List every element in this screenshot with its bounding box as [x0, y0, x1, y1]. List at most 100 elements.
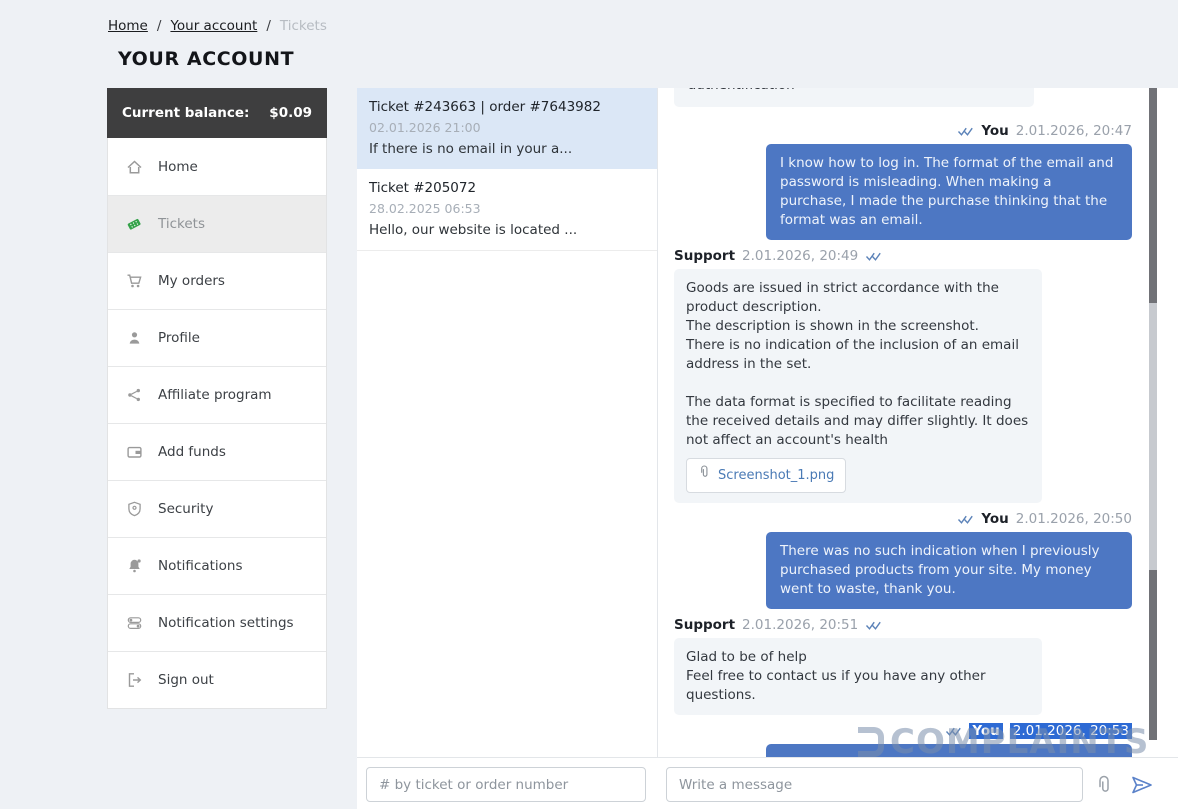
wallet-icon — [125, 444, 143, 460]
sidebar-item-add-funds[interactable]: Add funds — [108, 423, 326, 480]
message-time: 2.01.2026, 20:47 — [1016, 123, 1132, 139]
sign-out-icon — [125, 672, 143, 688]
balance-label: Current balance: — [122, 105, 249, 121]
ticket-list-panel: Ticket #243663 | order #7643982 02.01.20… — [357, 88, 657, 757]
user-icon — [125, 330, 143, 346]
paperclip-icon — [698, 465, 711, 486]
chat-scrollbar-thumb[interactable] — [1149, 303, 1157, 570]
message-header-support: Support 2.01.2026, 20:49 — [674, 248, 1132, 264]
read-checkmarks-icon — [957, 514, 974, 525]
message-header-you: You 2.01.2026, 20:47 — [674, 123, 1132, 139]
message-line: There was no such indication when I prev… — [780, 542, 1118, 599]
ticket-list-item[interactable]: Ticket #243663 | order #7643982 02.01.20… — [357, 88, 657, 169]
ticket-preview: If there is no email in your a... — [369, 141, 645, 157]
sidebar-item-tickets[interactable]: Tickets — [108, 195, 326, 252]
ticket-title: Ticket #205072 — [369, 180, 645, 196]
message-time: 2.01.2026, 20:51 — [742, 617, 858, 633]
message-line: I know how to log in. The format of the … — [780, 154, 1118, 230]
ticket-date: 02.01.2026 21:00 — [369, 120, 645, 135]
message-time: 2.01.2026, 20:53 — [1010, 723, 1132, 739]
sidebar-item-label: My orders — [158, 273, 225, 289]
message-outgoing: There was no such indication when I prev… — [766, 532, 1132, 609]
sidebar-item-label: Tickets — [158, 216, 205, 232]
sidebar: Current balance: $0.09 Home Tickets My ord… — [107, 88, 327, 709]
message-line: Goods are issued in strict accordance wi… — [686, 279, 1030, 317]
sidebar-item-affiliate-program[interactable]: Affiliate program — [108, 366, 326, 423]
message-line: Feel free to contact us if you have any … — [686, 667, 1030, 705]
message-time: 2.01.2026, 20:49 — [742, 248, 858, 264]
message-line: Glad to be of help — [686, 648, 1030, 667]
breadcrumb-home-link[interactable]: Home — [108, 18, 148, 34]
send-message-icon[interactable] — [1129, 774, 1155, 796]
message-line: The description is shown in the screensh… — [686, 317, 1030, 336]
breadcrumb-your-account-link[interactable]: Your account — [170, 18, 257, 34]
message-header-support: Support 2.01.2026, 20:51 — [674, 617, 1132, 633]
balance-value: $0.09 — [269, 105, 312, 121]
read-checkmarks-icon — [865, 620, 882, 631]
ticket-preview: Hello, our website is located ... — [369, 222, 645, 238]
sender-name: You — [981, 123, 1008, 139]
home-icon — [125, 159, 143, 175]
sender-name: You — [981, 511, 1008, 527]
toggles-icon — [125, 615, 143, 631]
message-incoming: Glad to be of helpFeel free to contact u… — [674, 638, 1042, 715]
message-line — [686, 374, 1030, 393]
sidebar-item-sign-out[interactable]: Sign out — [108, 651, 326, 708]
sidebar-item-label: Home — [158, 159, 198, 175]
sidebar-item-home[interactable]: Home — [108, 138, 326, 195]
chat-messages: authentification You 2.01.2026, 20:47 I kn… — [658, 88, 1178, 757]
message-line: There is no indication of the inclusion … — [686, 336, 1030, 374]
read-checkmarks-icon — [957, 126, 974, 137]
bell-icon — [125, 558, 143, 574]
read-checkmarks-icon — [865, 251, 882, 262]
read-checkmarks-icon — [945, 726, 962, 737]
chat-panel: authentification You 2.01.2026, 20:47 I kn… — [657, 88, 1178, 757]
sidebar-item-label: Notifications — [158, 558, 243, 574]
message-outgoing: Please remove this section; you are misl… — [766, 744, 1132, 757]
breadcrumb-separator: / — [157, 18, 162, 34]
message-outgoing: I know how to log in. The format of the … — [766, 144, 1132, 240]
shield-icon — [125, 501, 143, 517]
sidebar-menu: Home Tickets My orders Profile Affiliate pro… — [107, 138, 327, 709]
chat-scrollbar[interactable] — [1149, 88, 1157, 740]
sidebar-item-label: Add funds — [158, 444, 226, 460]
breadcrumb-separator: / — [266, 18, 271, 34]
sidebar-item-notifications[interactable]: Notifications — [108, 537, 326, 594]
message-header-you: You 2.01.2026, 20:53 — [674, 723, 1132, 739]
current-balance: Current balance: $0.09 — [107, 88, 327, 138]
sender-name: Support — [674, 617, 735, 633]
sidebar-item-label: Profile — [158, 330, 200, 346]
cart-icon — [125, 273, 143, 289]
ticket-date: 28.02.2025 06:53 — [369, 201, 645, 216]
partial-support-message: authentification — [674, 88, 1034, 107]
composer-icons — [1093, 767, 1155, 802]
message-incoming: Goods are issued in strict accordance wi… — [674, 269, 1042, 503]
sidebar-item-label: Notification settings — [158, 615, 294, 631]
sidebar-item-profile[interactable]: Profile — [108, 309, 326, 366]
ticket-search-input[interactable] — [366, 767, 646, 802]
message-header-you: You 2.01.2026, 20:50 — [674, 511, 1132, 527]
ticket-list-item[interactable]: Ticket #205072 28.02.2025 06:53 Hello, o… — [357, 169, 657, 251]
sender-name: Support — [674, 248, 735, 264]
page-title: YOUR ACCOUNT — [118, 48, 294, 70]
breadcrumb-current: Tickets — [280, 18, 327, 34]
message-time: 2.01.2026, 20:50 — [1016, 511, 1132, 527]
attachment-chip[interactable]: Screenshot_1.png — [686, 458, 846, 493]
ticket-list: Ticket #243663 | order #7643982 02.01.20… — [357, 88, 657, 251]
message-line: The data format is specified to facilita… — [686, 393, 1030, 450]
sidebar-item-label: Security — [158, 501, 213, 517]
sidebar-item-security[interactable]: Security — [108, 480, 326, 537]
sender-name: You — [969, 723, 1002, 739]
breadcrumb: Home / Your account / Tickets — [108, 18, 327, 34]
ticket-icon — [125, 216, 143, 232]
attachment-filename: Screenshot_1.png — [718, 466, 834, 485]
sidebar-item-my-orders[interactable]: My orders — [108, 252, 326, 309]
account-page: Home / Your account / Tickets YOUR ACCOU… — [0, 0, 1178, 809]
sidebar-item-notification-settings[interactable]: Notification settings — [108, 594, 326, 651]
sidebar-item-label: Affiliate program — [158, 387, 272, 403]
message-input[interactable] — [666, 767, 1083, 802]
attach-file-icon[interactable] — [1093, 774, 1115, 796]
share-icon — [125, 387, 143, 403]
bottom-bar — [357, 757, 1178, 809]
sidebar-item-label: Sign out — [158, 672, 214, 688]
